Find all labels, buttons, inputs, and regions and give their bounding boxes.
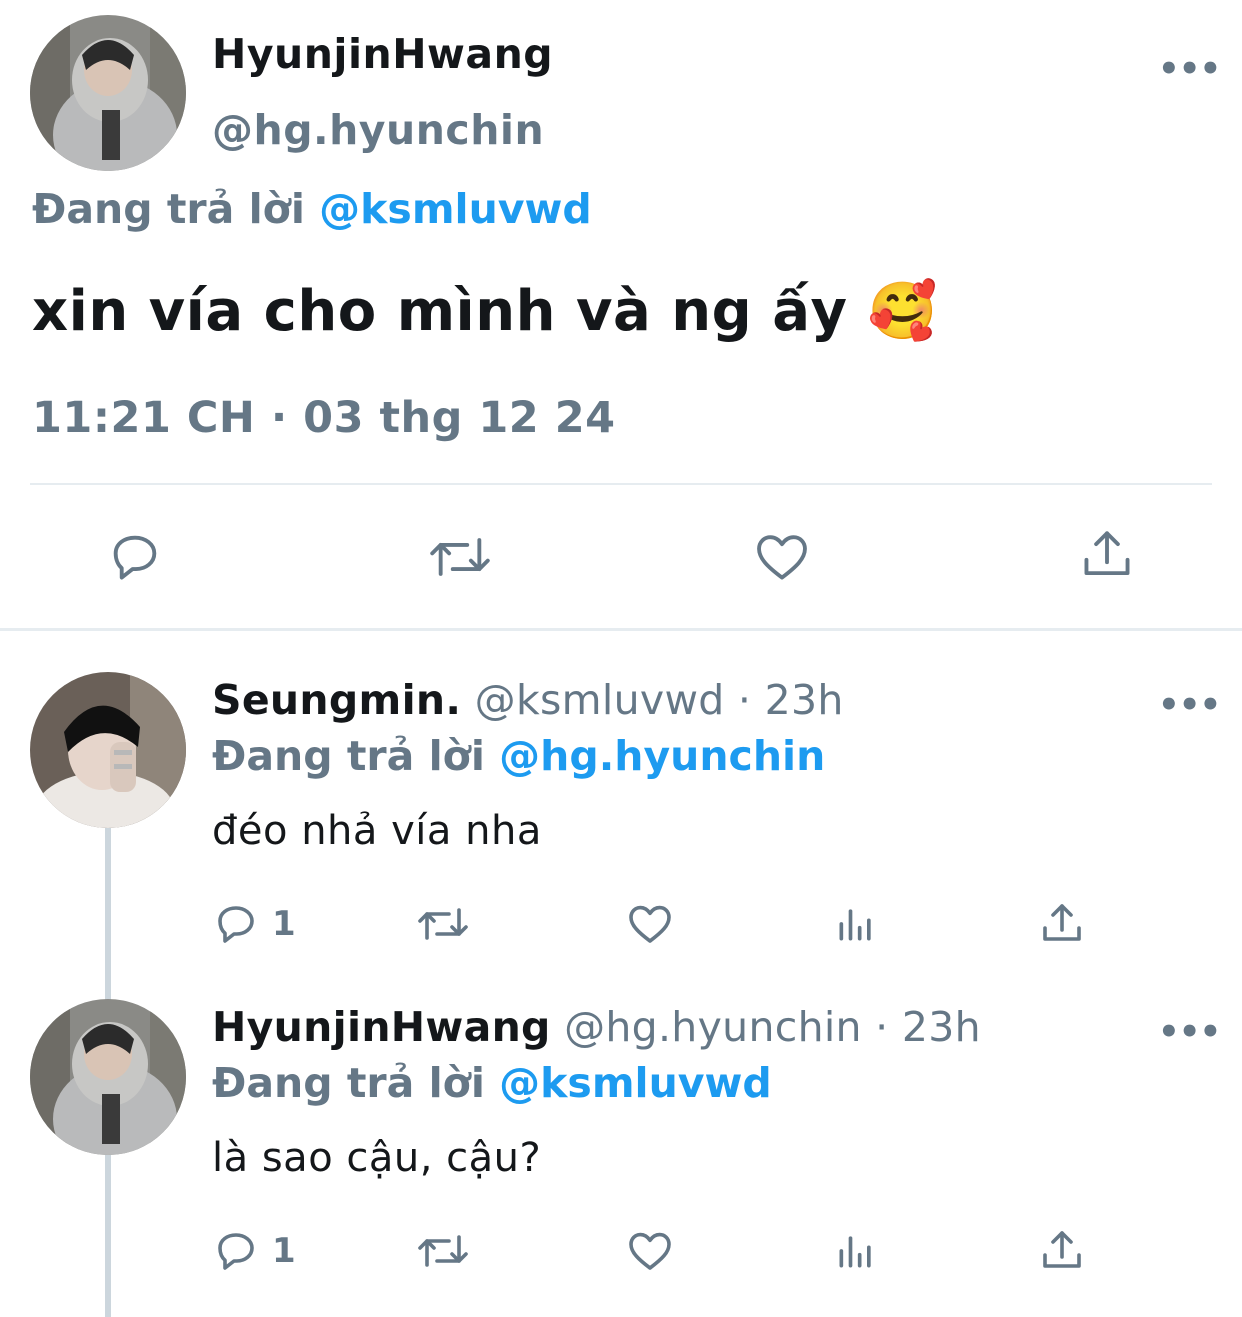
replying-mention-link[interactable]: @ksmluvwd: [319, 185, 592, 233]
reply-count: 1: [272, 904, 296, 944]
retweet-icon[interactable]: [426, 528, 494, 586]
main-display-name[interactable]: HyunjinHwang: [212, 30, 553, 78]
replying-prefix: Đang trả lời: [212, 732, 485, 780]
reply-icon[interactable]: [212, 1227, 260, 1275]
main-tweet-text: xin vía cho mình và ng ấy 🥰: [32, 279, 938, 344]
thread-line: [105, 828, 111, 1000]
divider: [30, 483, 1212, 485]
replying-mention-link[interactable]: @ksmluvwd: [499, 1059, 772, 1107]
avatar-photo: [30, 672, 186, 828]
replying-to-line: Đang trả lời @ksmluvwd: [212, 1059, 772, 1107]
section-divider: [0, 628, 1242, 631]
reply-meta: @ksmluvwd · 23h: [474, 676, 844, 724]
replying-to-line: Đang trả lời @ksmluvwd: [32, 185, 592, 233]
retweet-icon[interactable]: [414, 1227, 472, 1275]
analytics-icon[interactable]: [834, 902, 878, 946]
reply-display-name[interactable]: HyunjinHwang: [212, 1003, 551, 1051]
reply-display-name[interactable]: Seungmin.: [212, 676, 461, 724]
reply-meta: @hg.hyunchin · 23h: [564, 1003, 981, 1051]
reply-icon[interactable]: [212, 900, 260, 948]
like-icon[interactable]: [752, 528, 812, 586]
reply-header: Seungmin. @ksmluvwd · 23h: [212, 676, 844, 724]
avatar-hyunjin[interactable]: [30, 999, 186, 1155]
avatar-photo: [30, 999, 186, 1155]
reply-header: HyunjinHwang @hg.hyunchin · 23h: [212, 1003, 981, 1051]
like-icon[interactable]: [625, 1227, 675, 1275]
more-options-icon[interactable]: •••: [1158, 52, 1221, 86]
like-icon[interactable]: [625, 900, 675, 948]
thread-line: [105, 1155, 111, 1317]
replying-prefix: Đang trả lời: [212, 1059, 485, 1107]
reply-count: 1: [272, 1231, 296, 1271]
replying-prefix: Đang trả lời: [32, 185, 305, 233]
avatar-photo: [30, 15, 186, 171]
analytics-icon[interactable]: [834, 1229, 878, 1273]
reply-text: là sao cậu, cậu?: [212, 1135, 542, 1181]
avatar-seungmin[interactable]: [30, 672, 186, 828]
replying-mention-link[interactable]: @hg.hyunchin: [499, 732, 825, 780]
replying-to-line: Đang trả lời @hg.hyunchin: [212, 732, 825, 780]
main-tweet-timestamp[interactable]: 11:21 CH · 03 thg 12 24: [32, 393, 616, 443]
more-options-icon[interactable]: •••: [1158, 1015, 1221, 1049]
retweet-icon[interactable]: [414, 900, 472, 948]
main-handle[interactable]: @hg.hyunchin: [212, 106, 544, 154]
more-options-icon[interactable]: •••: [1158, 688, 1221, 722]
share-icon[interactable]: [1038, 900, 1086, 948]
reply-text: đéo nhả vía nha: [212, 808, 542, 854]
share-icon[interactable]: [1038, 1227, 1086, 1275]
avatar-hyunjin[interactable]: [30, 15, 186, 171]
share-icon[interactable]: [1078, 526, 1136, 584]
reply-icon[interactable]: [106, 528, 164, 586]
